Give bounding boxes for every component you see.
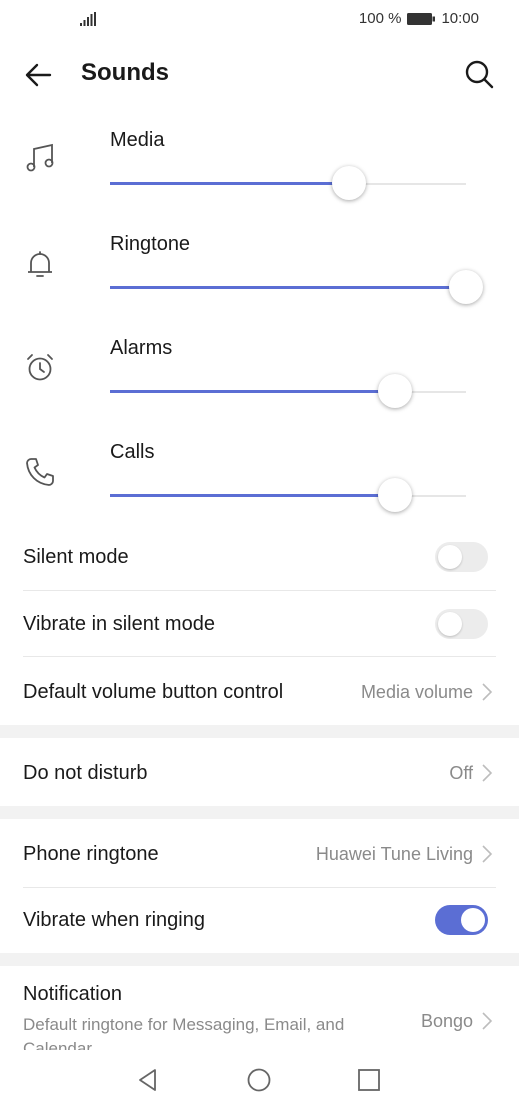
status-right: 100 % 10:00 xyxy=(359,10,479,27)
volume-label: Calls xyxy=(110,441,155,463)
music-note-icon xyxy=(26,143,54,172)
do-not-disturb-value: Off xyxy=(449,763,473,783)
status-bar: 100 % 10:00 xyxy=(0,0,519,38)
calls-volume-slider[interactable] xyxy=(110,476,466,516)
nav-back-icon[interactable] xyxy=(135,1067,161,1093)
battery-percentage: 100 % xyxy=(358,10,402,27)
section-gap xyxy=(0,725,519,738)
vibrate-silent-label: Vibrate in silent mode xyxy=(23,613,215,635)
battery-icon xyxy=(407,12,436,25)
vibrate-ringing-label: Vibrate when ringing xyxy=(23,909,205,931)
chevron-right-icon xyxy=(482,764,493,782)
silent-mode-row[interactable]: Silent mode xyxy=(0,524,519,590)
nav-home-icon[interactable] xyxy=(246,1067,272,1093)
slider-fill xyxy=(110,286,466,289)
slider-fill xyxy=(110,494,395,497)
slider-thumb[interactable] xyxy=(377,374,412,408)
toggle-knob xyxy=(461,908,485,932)
slider-thumb[interactable] xyxy=(449,270,483,304)
volume-row-alarms: Alarms xyxy=(0,326,519,430)
notification-label: Notification xyxy=(23,983,122,1005)
alarm-clock-icon xyxy=(27,354,53,381)
section-gap xyxy=(0,953,519,966)
phone-ringtone-label: Phone ringtone xyxy=(23,843,159,865)
do-not-disturb-row[interactable]: Do not disturb Off xyxy=(0,738,519,806)
do-not-disturb-label: Do not disturb xyxy=(23,762,148,784)
notification-description: Default ringtone for Messaging, Email, a… xyxy=(23,1015,345,1050)
bell-icon xyxy=(28,251,52,277)
navigation-bar xyxy=(0,1055,519,1112)
volume-label: Alarms xyxy=(110,337,173,359)
vibrate-silent-row[interactable]: Vibrate in silent mode xyxy=(0,591,519,657)
volume-row-ringtone: Ringtone xyxy=(0,222,519,326)
vibrate-ringing-row[interactable]: Vibrate when ringing xyxy=(0,888,519,953)
section-gap xyxy=(0,806,519,819)
media-volume-slider[interactable] xyxy=(110,164,466,204)
slider-fill xyxy=(110,390,395,393)
notification-value: Bongo xyxy=(420,1011,473,1031)
chevron-right-icon xyxy=(482,1012,493,1030)
slider-thumb[interactable] xyxy=(331,166,366,200)
volume-label: Media xyxy=(110,129,165,151)
app-bar: Sounds xyxy=(0,48,519,104)
slider-fill xyxy=(110,182,349,185)
ringtone-volume-slider[interactable] xyxy=(110,268,483,308)
nav-recents-icon[interactable] xyxy=(356,1067,382,1093)
chevron-right-icon xyxy=(482,845,493,863)
phone-ringtone-value: Huawei Tune Living xyxy=(315,844,473,864)
volume-row-calls: Calls xyxy=(0,430,519,534)
silent-mode-toggle[interactable] xyxy=(435,542,488,572)
slider-thumb[interactable] xyxy=(377,478,412,512)
toggle-knob xyxy=(438,612,462,636)
toggle-knob xyxy=(438,545,462,569)
chevron-right-icon xyxy=(482,683,493,701)
page-title: Sounds xyxy=(81,59,169,86)
vibrate-silent-toggle[interactable] xyxy=(435,609,488,639)
signal-strength-icon xyxy=(80,12,96,26)
notification-row[interactable]: Notification Default ringtone for Messag… xyxy=(0,966,519,1055)
vibrate-ringing-toggle[interactable] xyxy=(435,905,488,935)
default-volume-button-row[interactable]: Default volume button control Media volu… xyxy=(0,657,519,725)
phone-icon xyxy=(26,458,54,486)
phone-ringtone-row[interactable]: Phone ringtone Huawei Tune Living xyxy=(0,819,519,887)
clock: 10:00 xyxy=(441,10,479,27)
volume-row-media: Media xyxy=(0,118,519,222)
silent-mode-label: Silent mode xyxy=(23,546,129,568)
default-volume-button-label: Default volume button control xyxy=(23,681,284,703)
alarms-volume-slider[interactable] xyxy=(110,372,466,412)
default-volume-button-value: Media volume xyxy=(360,682,473,702)
search-icon[interactable] xyxy=(463,58,495,90)
volume-label: Ringtone xyxy=(110,233,191,255)
back-arrow-icon[interactable] xyxy=(22,58,56,92)
